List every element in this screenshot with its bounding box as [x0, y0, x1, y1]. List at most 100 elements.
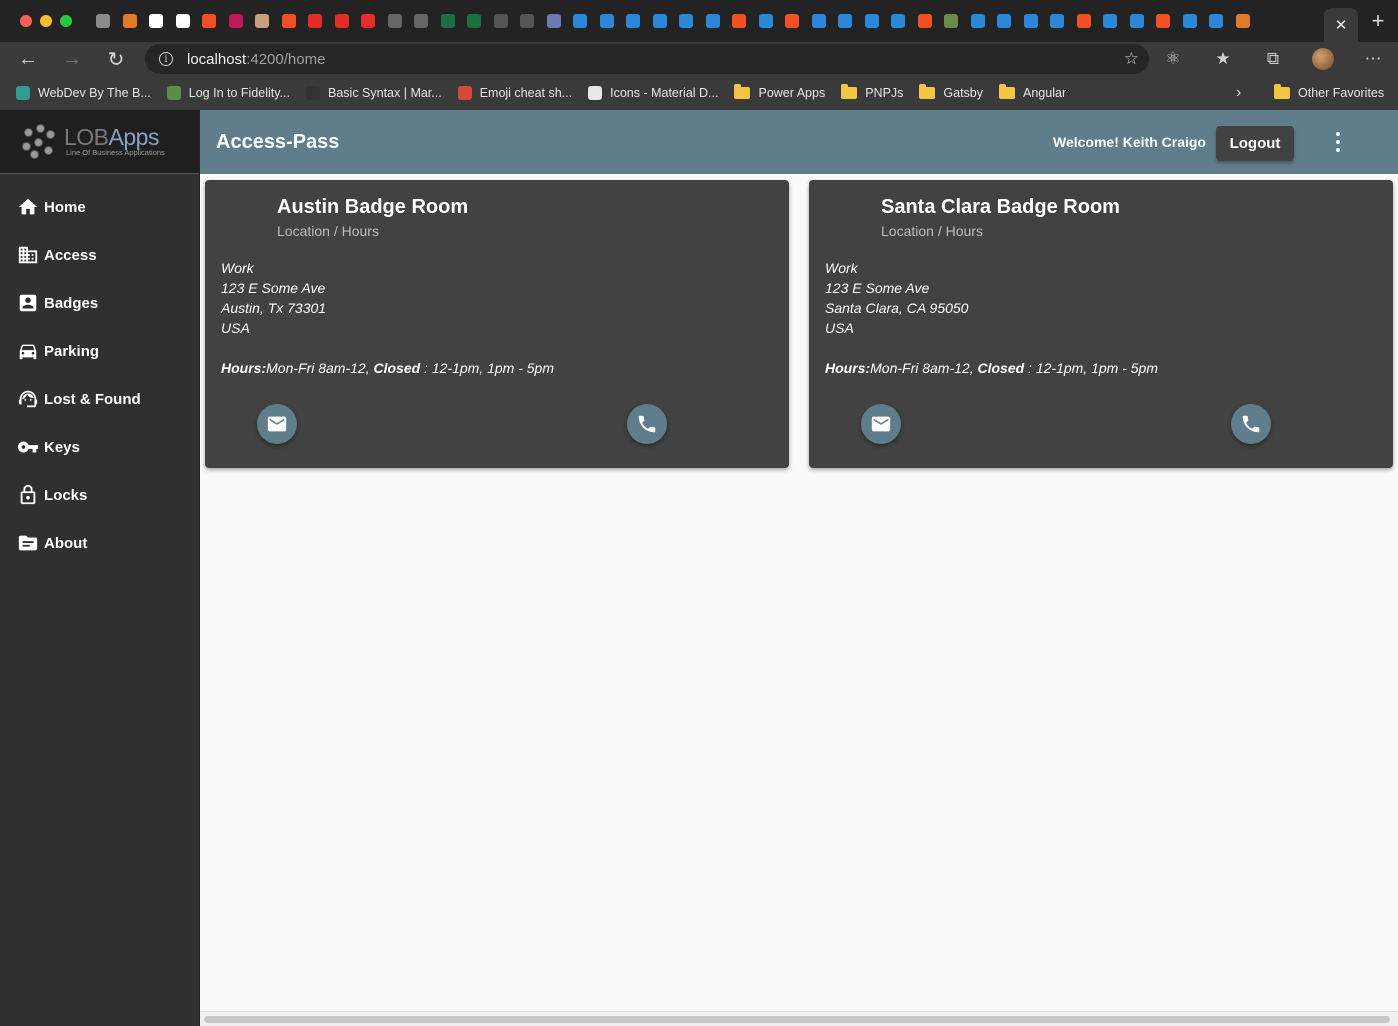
sidebar-item-keys[interactable]: Keys: [0, 423, 199, 471]
phone-button[interactable]: [627, 404, 667, 444]
browser-tab[interactable]: [276, 0, 303, 42]
favicon-icon: [1076, 14, 1091, 28]
active-tab-close-icon[interactable]: ✕: [1324, 8, 1358, 42]
browser-tab[interactable]: [461, 0, 488, 42]
react-devtools-icon[interactable]: ⚛: [1148, 42, 1198, 76]
new-tab-button[interactable]: +: [1358, 8, 1398, 34]
browser-tab[interactable]: [408, 0, 435, 42]
profile-avatar[interactable]: [1298, 42, 1348, 76]
browser-tab[interactable]: [355, 0, 382, 42]
more-vert-icon[interactable]: [1326, 128, 1350, 156]
bookmark-folder[interactable]: Power Apps: [726, 76, 833, 110]
sidebar-item-badges[interactable]: Badges: [0, 279, 199, 327]
browser-tab[interactable]: [885, 0, 912, 42]
browser-tab[interactable]: [806, 0, 833, 42]
browser-tab[interactable]: [832, 0, 859, 42]
favorites-icon[interactable]: ★: [1198, 42, 1248, 76]
browser-tab[interactable]: [196, 0, 223, 42]
browser-tab[interactable]: [435, 0, 462, 42]
reload-icon[interactable]: ↻: [94, 42, 138, 76]
settings-more-icon[interactable]: ⋯: [1348, 42, 1398, 76]
browser-tab[interactable]: [779, 0, 806, 42]
browser-tab[interactable]: [1203, 0, 1230, 42]
browser-tab[interactable]: [223, 0, 250, 42]
browser-tab[interactable]: [620, 0, 647, 42]
welcome-message: Welcome! Keith Craigo: [1053, 134, 1206, 150]
browser-tab[interactable]: [991, 0, 1018, 42]
url-input[interactable]: i localhost:4200/home ☆: [145, 44, 1149, 74]
favicon-icon: [175, 14, 190, 28]
browser-tab[interactable]: [700, 0, 727, 42]
browser-tab[interactable]: [673, 0, 700, 42]
browser-tab[interactable]: [1177, 0, 1204, 42]
bookmark-item[interactable]: Basic Syntax | Mar...: [298, 76, 450, 110]
bookmark-folder[interactable]: Gatsby: [911, 76, 991, 110]
browser-tab[interactable]: [1150, 0, 1177, 42]
browser-tab[interactable]: [117, 0, 144, 42]
add-favorite-icon[interactable]: ☆: [1124, 49, 1139, 69]
forward-button[interactable]: →: [50, 42, 94, 76]
back-button[interactable]: ←: [6, 42, 50, 76]
sidebar-item-about[interactable]: About: [0, 519, 199, 567]
sidebar-item-access[interactable]: Access: [0, 231, 199, 279]
favicon-icon: [679, 14, 694, 28]
favicon-icon: [970, 14, 985, 28]
location-card-santa-clara: Santa Clara Badge Room Location / Hours …: [809, 180, 1393, 468]
bookmark-item[interactable]: Emoji cheat sh...: [450, 76, 580, 110]
bookmark-folder[interactable]: PNPJs: [833, 76, 911, 110]
maximize-window-button[interactable]: [60, 15, 72, 27]
favicon-icon: [732, 14, 747, 28]
favicon-icon: [917, 14, 932, 28]
browser-tab[interactable]: [514, 0, 541, 42]
browser-tab[interactable]: [329, 0, 356, 42]
browser-tab[interactable]: [859, 0, 886, 42]
bookmark-item[interactable]: Log In to Fidelity...: [159, 76, 298, 110]
sidebar-item-lost-found[interactable]: Lost & Found: [0, 375, 199, 423]
sidebar-item-locks[interactable]: Locks: [0, 471, 199, 519]
browser-tab[interactable]: [753, 0, 780, 42]
browser-tab[interactable]: [90, 0, 117, 42]
browser-tab[interactable]: [726, 0, 753, 42]
bookmark-item[interactable]: Icons - Material D...: [580, 76, 726, 110]
browser-tab[interactable]: [1097, 0, 1124, 42]
app-logo[interactable]: LOBApps Line Of Business Applications: [0, 110, 199, 174]
browser-tab[interactable]: [249, 0, 276, 42]
site-info-icon[interactable]: i: [159, 52, 173, 66]
minimize-window-button[interactable]: [40, 15, 52, 27]
folder-icon: [999, 84, 1016, 99]
collections-icon[interactable]: ⧉: [1248, 42, 1298, 76]
bookmark-folder[interactable]: Angular: [991, 76, 1074, 110]
browser-tab[interactable]: [302, 0, 329, 42]
favicon-icon: [334, 14, 349, 28]
key-icon: [17, 441, 39, 453]
browser-tab[interactable]: [647, 0, 674, 42]
browser-tab[interactable]: [912, 0, 939, 42]
browser-tab[interactable]: [488, 0, 515, 42]
email-button[interactable]: [257, 404, 297, 444]
bookmark-item[interactable]: WebDev By The B...: [8, 76, 159, 110]
browser-tab[interactable]: [1124, 0, 1151, 42]
browser-tab[interactable]: [567, 0, 594, 42]
browser-tab[interactable]: [1044, 0, 1071, 42]
browser-tab[interactable]: [965, 0, 992, 42]
browser-tab[interactable]: [594, 0, 621, 42]
browser-tab[interactable]: [938, 0, 965, 42]
browser-address-bar: ← → ↻ i localhost:4200/home ☆ ⚛ ★ ⧉ ⋯: [0, 42, 1398, 76]
email-button[interactable]: [861, 404, 901, 444]
browser-tab[interactable]: [1230, 0, 1257, 42]
browser-tab[interactable]: [541, 0, 568, 42]
browser-tab[interactable]: [170, 0, 197, 42]
browser-tab[interactable]: [382, 0, 409, 42]
logout-button[interactable]: Logout: [1216, 126, 1294, 161]
browser-tab[interactable]: [1018, 0, 1045, 42]
sidebar-item-parking[interactable]: Parking: [0, 327, 199, 375]
browser-tab[interactable]: [143, 0, 170, 42]
close-window-button[interactable]: [20, 15, 32, 27]
chevron-right-icon[interactable]: ›: [1236, 76, 1241, 110]
horizontal-scrollbar[interactable]: [200, 1011, 1398, 1026]
scrollbar-thumb[interactable]: [204, 1016, 1390, 1023]
bookmark-other-favorites[interactable]: Other Favorites: [1266, 76, 1392, 110]
phone-button[interactable]: [1231, 404, 1271, 444]
browser-tab[interactable]: [1071, 0, 1098, 42]
sidebar-item-home[interactable]: Home: [0, 183, 199, 231]
